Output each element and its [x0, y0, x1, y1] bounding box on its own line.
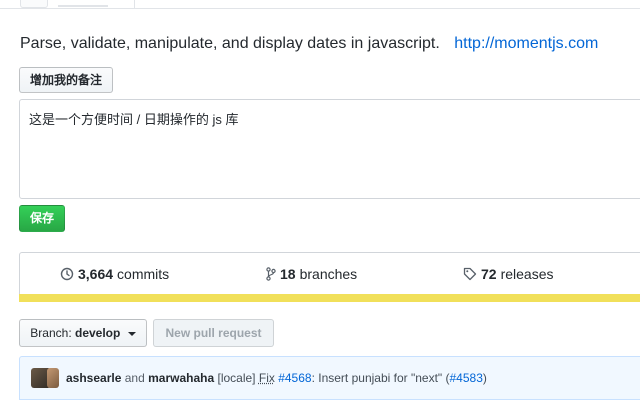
repo-tab[interactable] — [20, 0, 48, 8]
description-text: Parse, validate, manipulate, and display… — [20, 35, 440, 52]
releases-count: 72 — [481, 266, 497, 282]
branch-select-button[interactable]: Branch: develop — [19, 319, 147, 347]
issue-link[interactable]: #4568 — [278, 371, 311, 385]
latest-commit: ashsearle and marwahaha [locale] Fix #45… — [19, 356, 640, 400]
commit-summary: ashsearle and marwahaha [locale] Fix #45… — [66, 371, 487, 385]
language-bar[interactable] — [19, 294, 640, 302]
branches-count: 18 — [280, 266, 296, 282]
commits-link[interactable]: 3,664 commits — [60, 266, 169, 282]
releases-link[interactable]: 72 releases — [463, 266, 554, 282]
tab-divider — [134, 0, 135, 8]
homepage-link[interactable]: http://momentjs.com — [454, 35, 598, 52]
branches-link[interactable]: 18 branches — [266, 266, 357, 282]
new-pull-request-button[interactable]: New pull request — [153, 319, 274, 347]
commit-message[interactable]: : Insert punjabi for "next" ( — [312, 371, 450, 385]
add-note-button[interactable]: 增加我的备注 — [19, 67, 113, 93]
commit-suffix: ) — [482, 371, 487, 385]
commit-prefix[interactable]: [locale] — [217, 371, 255, 385]
commit-author-link[interactable]: ashsearle — [66, 371, 121, 385]
commits-count: 3,664 — [78, 266, 114, 282]
repo-page: Parse, validate, manipulate, and display… — [0, 0, 640, 400]
commit-fix-word[interactable]: Fix — [259, 371, 275, 385]
commits-label: commits — [117, 266, 170, 282]
and-word: and — [124, 371, 145, 385]
releases-label: releases — [500, 266, 554, 282]
history-icon — [60, 267, 74, 281]
dropdown-caret-icon — [127, 331, 136, 336]
commit-committer-link[interactable]: marwahaha — [148, 371, 214, 385]
committer-avatar[interactable] — [47, 368, 59, 388]
tag-icon — [463, 267, 477, 281]
note-textarea[interactable]: 这是一个方便时间 / 日期操作的 js 库 — [19, 99, 640, 199]
branch-icon — [266, 267, 276, 281]
branch-prefix: Branch: — [30, 326, 72, 340]
repo-description: Parse, validate, manipulate, and display… — [20, 35, 598, 53]
save-button[interactable]: 保存 — [19, 205, 65, 232]
repo-tab-underline — [58, 5, 108, 7]
repo-nav-tabs — [0, 0, 640, 9]
branches-label: branches — [299, 266, 358, 282]
branch-name: develop — [75, 326, 121, 340]
pull-request-link[interactable]: #4583 — [450, 371, 483, 385]
